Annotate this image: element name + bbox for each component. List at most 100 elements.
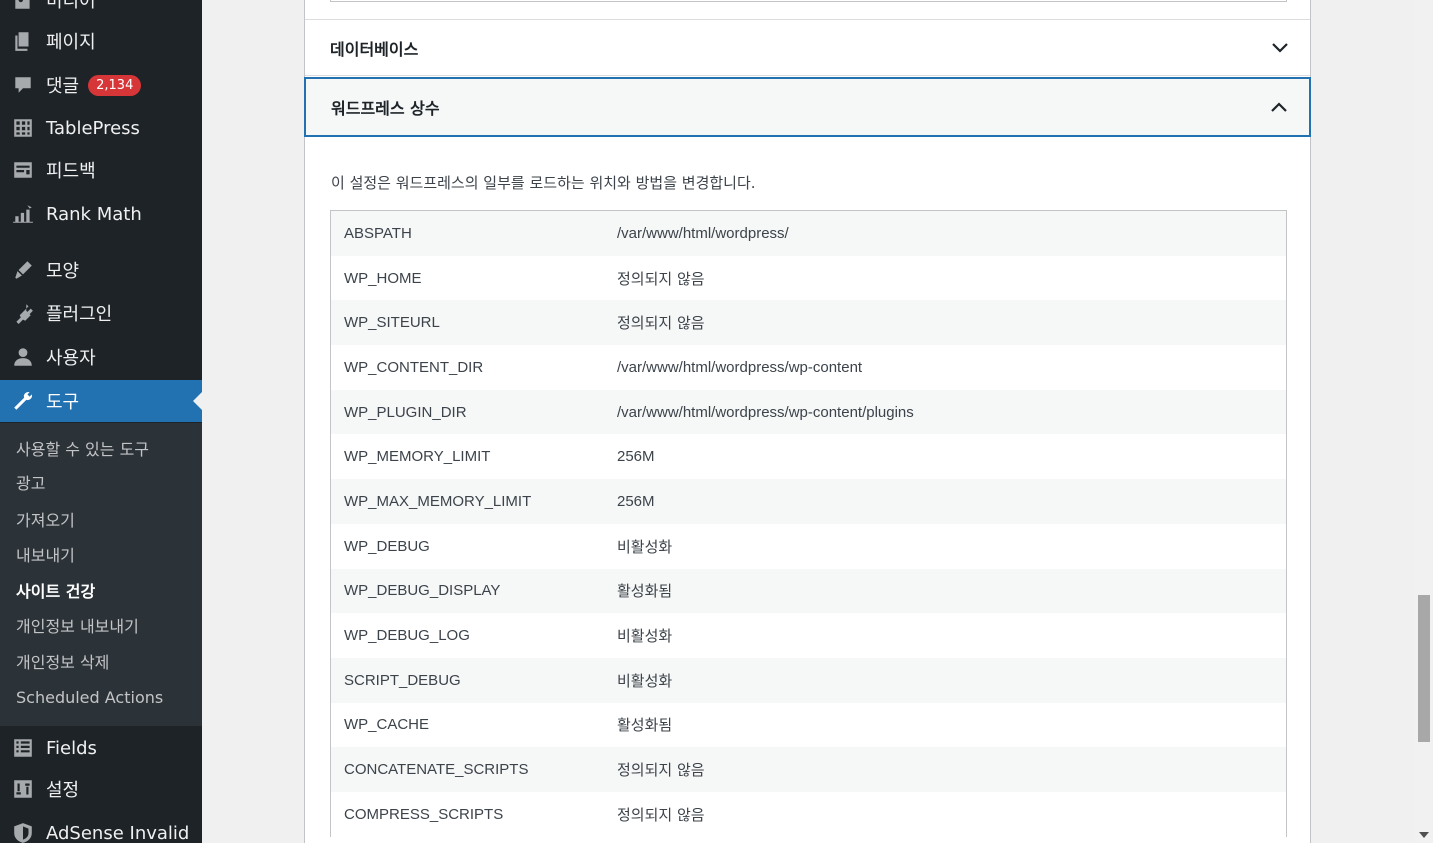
menu-label: 미디어 <box>46 0 96 12</box>
constant-name: WP_DEBUG_LOG <box>344 627 470 645</box>
constant-name: WP_CACHE <box>344 716 430 734</box>
table-row: WP_DEBUG_LOG 비활성화 <box>331 613 1286 658</box>
menu-item-feedback[interactable]: 피드백 <box>0 149 202 191</box>
menu-label: AdSense Invalid <box>46 822 190 843</box>
menu-label: TablePress <box>46 117 140 139</box>
wrench-icon <box>11 389 35 413</box>
menu-label: 플러그인 <box>46 304 113 325</box>
submenu-ads[interactable]: 광고 <box>16 474 45 494</box>
menu-item-plugins[interactable]: 플러그인 <box>0 292 202 334</box>
constant-value: 활성화됨 <box>617 582 673 601</box>
constant-name: WP_CONTENT_DIR <box>344 358 484 376</box>
constants-description: 이 설정은 워드프레스의 일부를 로드하는 위치와 방법을 변경합니다. <box>331 174 756 192</box>
menu-label: 댓글 <box>46 76 80 97</box>
menu-item-media[interactable]: 미디어 <box>0 0 202 21</box>
menu-item-tablepress[interactable]: TablePress <box>0 107 202 149</box>
table-row: WP_MAX_MEMORY_LIMIT 256M <box>331 479 1286 524</box>
pages-icon <box>11 29 35 53</box>
submenu-scheduled-actions[interactable]: Scheduled Actions <box>16 688 163 708</box>
constant-value: /var/www/html/wordpress/ <box>617 224 789 242</box>
constant-value: 정의되지 않음 <box>617 269 705 288</box>
menu-item-tools[interactable]: 도구 <box>0 380 202 422</box>
menu-label: 설정 <box>46 780 80 801</box>
appearance-icon <box>11 258 35 282</box>
fields-icon <box>11 736 35 760</box>
table-row: WP_DEBUG_DISPLAY 활성화됨 <box>331 568 1286 614</box>
accordion-database[interactable]: 데이터베이스 <box>305 19 1310 76</box>
tools-submenu: 사용할 수 있는 도구 광고 가져오기 내보내기 사이트 건강 개인정보 내보내… <box>0 423 202 726</box>
constant-name: WP_MAX_MEMORY_LIMIT <box>344 492 532 510</box>
submenu-available-tools[interactable]: 사용할 수 있는 도구 <box>16 440 149 460</box>
constant-value: 비활성화 <box>617 537 673 556</box>
previous-section-table-edge <box>330 0 1287 2</box>
menu-item-comments[interactable]: 댓글 2,134 <box>0 64 202 106</box>
table-row: WP_HOME 정의되지 않음 <box>331 255 1286 301</box>
submenu-erase-personal-data[interactable]: 개인정보 삭제 <box>16 653 109 673</box>
constant-name: WP_DEBUG_DISPLAY <box>344 582 501 600</box>
site-health-info-panel: 데이터베이스 워드프레스 상수 이 설정은 워드프레스의 일부를 로드하는 위치… <box>304 0 1311 843</box>
media-icon <box>11 0 35 12</box>
page-scrollbar[interactable] <box>1415 0 1433 843</box>
menu-item-pages[interactable]: 페이지 <box>0 20 202 62</box>
menu-item-rank-math[interactable]: Rank Math <box>0 193 202 235</box>
tablepress-icon <box>11 116 35 140</box>
constant-name: WP_MEMORY_LIMIT <box>344 448 491 466</box>
submenu-export[interactable]: 내보내기 <box>16 546 75 566</box>
constants-table: ABSPATH/var/www/html/wordpress/WP_HOME 정의… <box>330 210 1287 837</box>
table-row: WP_CONTENT_DIR/var/www/html/wordpress/wp… <box>331 345 1286 390</box>
constant-name: CONCATENATE_SCRIPTS <box>344 761 529 779</box>
scroll-down-arrow-icon[interactable] <box>1419 832 1429 838</box>
menu-label: 페이지 <box>46 32 96 53</box>
table-row: CONCATENATE_SCRIPTS 정의되지 않음 <box>331 747 1286 792</box>
table-row: SCRIPT_DEBUG 비활성화 <box>331 657 1286 703</box>
menu-item-fields[interactable]: Fields <box>0 727 202 769</box>
menu-label: 피드백 <box>46 161 96 182</box>
submenu-site-health[interactable]: 사이트 건강 <box>16 582 95 602</box>
comment-count-badge: 2,134 <box>88 74 142 96</box>
table-row: WP_PLUGIN_DIR/var/www/html/wordpress/wp-… <box>331 389 1286 435</box>
menu-item-appearance[interactable]: 모양 <box>0 249 202 291</box>
settings-icon <box>11 777 35 801</box>
menu-item-users[interactable]: 사용자 <box>0 336 202 378</box>
constant-value: 정의되지 않음 <box>617 805 705 824</box>
table-row: WP_DEBUG 비활성화 <box>331 523 1286 569</box>
accordion-wordpress-constants[interactable]: 워드프레스 상수 <box>304 77 1311 137</box>
constant-name: WP_SITEURL <box>344 314 440 332</box>
constant-value: 256M <box>617 448 655 466</box>
menu-item-settings[interactable]: 설정 <box>0 768 202 810</box>
constant-value: /var/www/html/wordpress/wp-content/plugi… <box>617 403 914 421</box>
scrollbar-thumb[interactable] <box>1418 595 1430 742</box>
plugins-icon <box>11 301 35 325</box>
rank-math-icon <box>11 202 35 226</box>
menu-item-adsense-invalid[interactable]: AdSense Invalid <box>0 812 202 843</box>
constant-name: SCRIPT_DEBUG <box>344 671 461 689</box>
menu-label: Rank Math <box>46 203 142 225</box>
constant-value: 비활성화 <box>617 627 673 646</box>
admin-sidebar: 미디어 페이지 댓글 2,134 TablePress 피드백 Rank Mat… <box>0 0 202 843</box>
comments-icon <box>11 73 35 97</box>
menu-label: 모양 <box>46 261 80 282</box>
constant-name: WP_HOME <box>344 269 422 287</box>
feedback-icon <box>11 158 35 182</box>
constant-name: COMPRESS_SCRIPTS <box>344 805 504 823</box>
menu-label: 사용자 <box>46 348 96 369</box>
accordion-title: 데이터베이스 <box>330 39 419 59</box>
table-row: WP_SITEURL 정의되지 않음 <box>331 300 1286 346</box>
accordion-title: 워드프레스 상수 <box>331 99 440 118</box>
constant-value: 정의되지 않음 <box>617 314 705 333</box>
constant-value: 정의되지 않음 <box>617 761 705 780</box>
constant-name: ABSPATH <box>344 224 412 242</box>
constant-value: 256M <box>617 492 655 510</box>
constant-value: /var/www/html/wordpress/wp-content <box>617 358 863 376</box>
menu-label: Fields <box>46 737 97 759</box>
chevron-down-icon <box>1270 38 1290 58</box>
constant-value: 비활성화 <box>617 671 673 690</box>
constant-value: 활성화됨 <box>617 716 673 735</box>
submenu-import[interactable]: 가져오기 <box>16 511 75 531</box>
table-row: WP_CACHE 활성화됨 <box>331 702 1286 748</box>
shield-icon <box>11 821 35 843</box>
submenu-export-personal-data[interactable]: 개인정보 내보내기 <box>16 617 139 637</box>
chevron-up-icon <box>1269 97 1289 117</box>
constant-name: WP_DEBUG <box>344 537 430 555</box>
table-row: ABSPATH/var/www/html/wordpress/ <box>331 211 1286 256</box>
